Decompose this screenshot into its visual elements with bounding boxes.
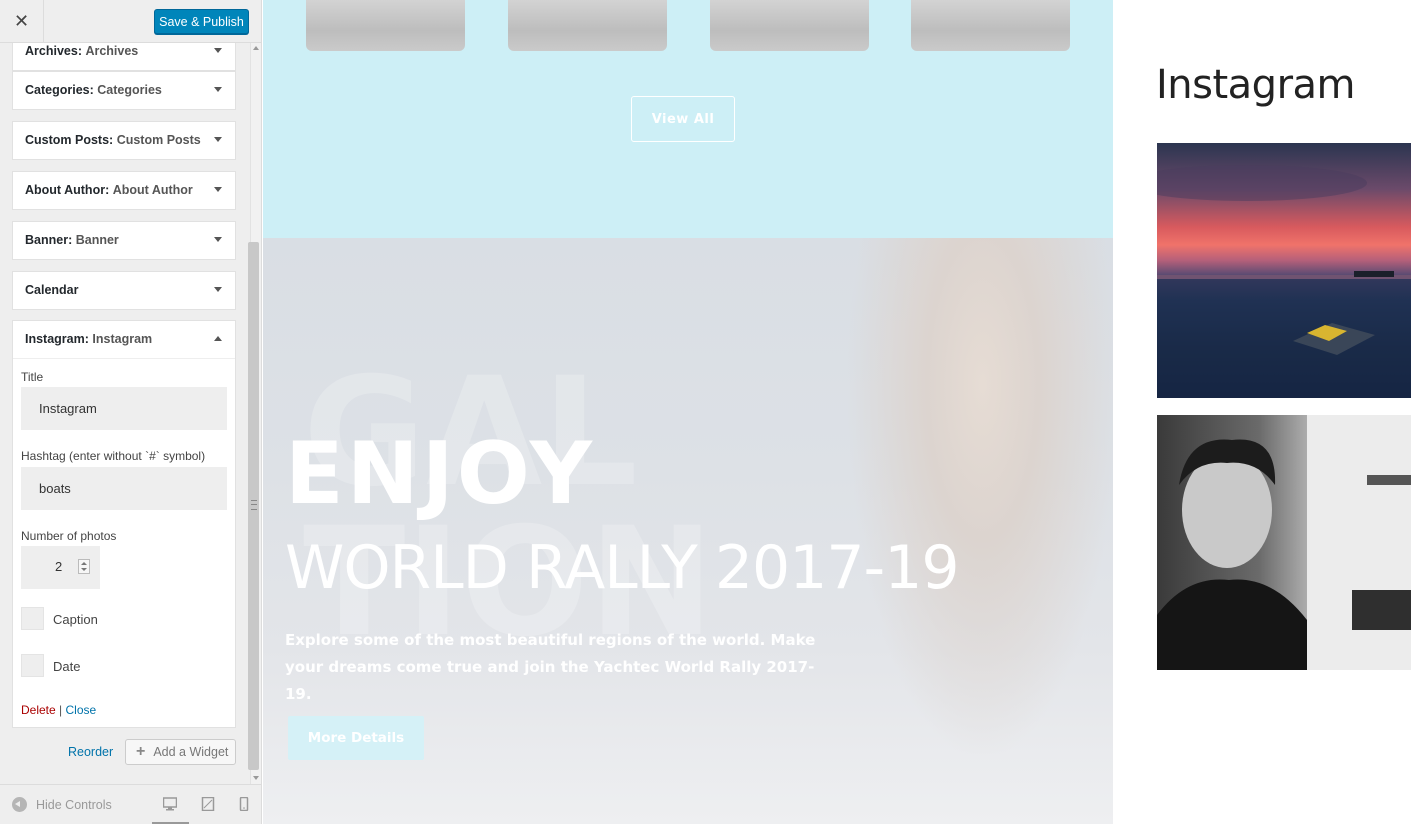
desktop-icon[interactable] bbox=[163, 797, 177, 811]
add-widget-button[interactable]: + Add a Widget bbox=[125, 739, 236, 765]
instagram-photo-sunset-harbor[interactable] bbox=[1157, 143, 1411, 398]
gallery-thumbnail[interactable] bbox=[911, 0, 1070, 51]
gallery-section: View All bbox=[263, 0, 1113, 238]
section-banner[interactable]: Banner: Banner bbox=[12, 221, 236, 260]
mobile-icon[interactable] bbox=[237, 797, 251, 811]
chevron-down-icon bbox=[214, 237, 222, 242]
plus-icon: + bbox=[136, 743, 146, 760]
save-publish-button[interactable]: Save & Publish bbox=[154, 9, 249, 34]
section-calendar[interactable]: Calendar bbox=[12, 271, 236, 310]
chevron-down-icon bbox=[214, 287, 222, 292]
instagram-widget-header[interactable]: Instagram: Instagram bbox=[13, 321, 235, 359]
instagram-title: Instagram bbox=[1156, 62, 1356, 108]
section-subtitle: Custom Posts bbox=[116, 133, 201, 147]
add-widget-label: Add a Widget bbox=[153, 745, 229, 759]
resize-grip-icon[interactable] bbox=[251, 500, 257, 510]
hashtag-label: Hashtag (enter without `#` symbol) bbox=[21, 449, 206, 463]
section-title: Archives bbox=[25, 44, 78, 58]
spinner-icon[interactable] bbox=[78, 559, 90, 574]
sidebar-header: ✕ Save & Publish bbox=[0, 0, 261, 43]
section-subtitle: Categories bbox=[97, 83, 162, 97]
section-subtitle: About Author bbox=[112, 183, 193, 197]
hashtag-field[interactable] bbox=[21, 467, 227, 510]
section-title: Banner bbox=[25, 233, 69, 247]
chevron-down-icon bbox=[214, 87, 222, 92]
scroll-up-icon[interactable] bbox=[253, 46, 259, 50]
section-about-author[interactable]: About Author: About Author bbox=[12, 171, 236, 210]
sidebar-scroll-area[interactable]: Archives: Archives Categories: Categorie… bbox=[0, 43, 250, 784]
hero-description: Explore some of the most beautiful regio… bbox=[285, 631, 816, 703]
widget-subtitle: Instagram bbox=[92, 332, 153, 346]
collapse-icon bbox=[12, 797, 27, 812]
widget-actions: Delete | Close bbox=[21, 703, 96, 717]
chevron-down-icon bbox=[214, 137, 222, 142]
hide-controls-label: Hide Controls bbox=[36, 797, 112, 812]
photos-value: 2 bbox=[55, 559, 63, 574]
gallery-thumbnail[interactable] bbox=[306, 0, 465, 51]
delete-link[interactable]: Delete bbox=[21, 703, 56, 717]
customizer-sidebar: Archives: Archives Categories: Categorie… bbox=[0, 0, 262, 824]
section-title: Custom Posts bbox=[25, 133, 110, 147]
hero-section: GAL TION ENJOY WORLD RALLY 2017-19 Explo… bbox=[263, 238, 1113, 824]
section-title: Calendar bbox=[25, 283, 79, 297]
photos-label: Number of photos bbox=[21, 529, 117, 543]
widget-title: Instagram bbox=[25, 332, 85, 346]
section-subtitle: Banner bbox=[75, 233, 119, 247]
actions-separator: | bbox=[59, 703, 63, 717]
instagram-widget: Instagram: Instagram Title Hashtag (ente… bbox=[12, 320, 236, 728]
section-archives[interactable]: Archives: Archives bbox=[12, 43, 236, 71]
section-title: Categories bbox=[25, 83, 90, 97]
instagram-photo-portrait[interactable] bbox=[1157, 415, 1411, 670]
tablet-icon[interactable] bbox=[201, 797, 215, 811]
more-details-button[interactable]: More Details bbox=[288, 716, 424, 760]
gallery-thumbnail[interactable] bbox=[508, 0, 667, 51]
chevron-up-icon[interactable] bbox=[214, 336, 222, 341]
hero-subheadline: WORLD RALLY 2017-19 bbox=[285, 533, 960, 603]
section-subtitle: Archives bbox=[85, 44, 139, 58]
sidebar-footer: Hide Controls bbox=[0, 784, 261, 824]
site-preview: View All GAL TION ENJOY WORLD RALLY 2017… bbox=[263, 0, 1411, 824]
reorder-link[interactable]: Reorder bbox=[68, 745, 113, 759]
close-link[interactable]: Close bbox=[66, 703, 97, 717]
section-title: About Author bbox=[25, 183, 106, 197]
chevron-down-icon bbox=[214, 187, 222, 192]
hide-controls-button[interactable]: Hide Controls bbox=[12, 797, 112, 812]
date-label: Date bbox=[53, 659, 81, 674]
chevron-down-icon bbox=[214, 48, 222, 53]
date-checkbox[interactable] bbox=[21, 654, 44, 677]
section-categories[interactable]: Categories: Categories bbox=[12, 71, 236, 110]
close-customizer-button[interactable]: ✕ bbox=[0, 0, 44, 43]
caption-label: Caption bbox=[53, 612, 98, 627]
title-field[interactable] bbox=[21, 387, 227, 430]
view-all-button[interactable]: View All bbox=[631, 96, 735, 142]
caption-checkbox[interactable] bbox=[21, 607, 44, 630]
section-custom-posts[interactable]: Custom Posts: Custom Posts bbox=[12, 121, 236, 160]
title-label: Title bbox=[21, 370, 44, 384]
photos-number-input[interactable]: 2 bbox=[21, 546, 100, 589]
scroll-down-icon[interactable] bbox=[253, 776, 259, 780]
gallery-thumbnail[interactable] bbox=[710, 0, 869, 51]
hero-headline: ENJOY bbox=[285, 424, 596, 524]
